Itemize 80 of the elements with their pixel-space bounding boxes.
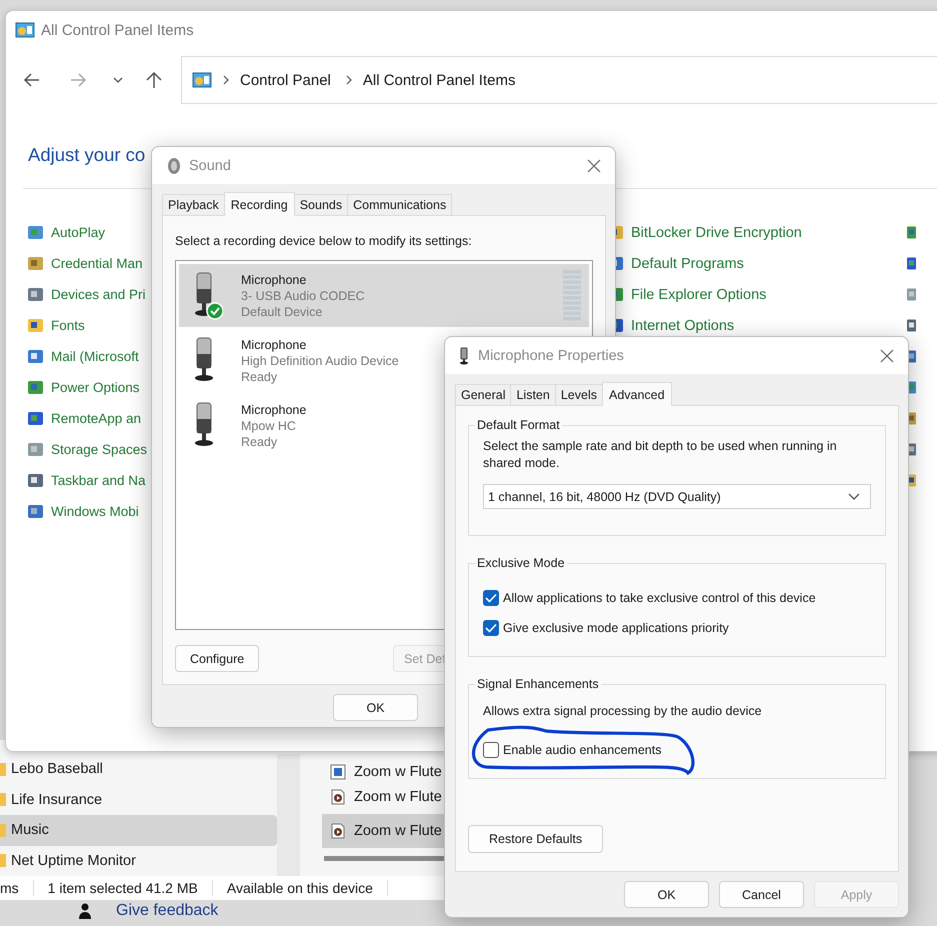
checkbox[interactable] xyxy=(483,742,499,758)
close-icon[interactable] xyxy=(587,158,601,172)
restore-defaults-button[interactable]: Restore Defaults xyxy=(468,825,604,853)
dialog-button[interactable]: Cancel xyxy=(719,881,804,908)
folder-item[interactable]: Net Uptime Monitor xyxy=(0,846,277,876)
tab[interactable]: General xyxy=(455,384,512,405)
image-file-icon xyxy=(330,764,346,780)
media-file-icon xyxy=(330,789,346,805)
dialog-title: Sound xyxy=(189,158,232,174)
device-name: Microphone xyxy=(241,402,306,416)
folder-item[interactable]: Life Insurance xyxy=(0,784,277,815)
person-icon xyxy=(78,903,92,919)
dialog-button[interactable]: OK xyxy=(333,694,418,721)
dialog-button[interactable]: OK xyxy=(624,881,709,908)
checkbox-label: Allow applications to take exclusive control of this device xyxy=(503,591,816,605)
checkbox[interactable] xyxy=(483,620,499,636)
status-text: Available on this device xyxy=(212,880,388,896)
scrollbar[interactable] xyxy=(277,754,300,876)
page-heading: Adjust your co xyxy=(28,144,146,166)
feedback-link[interactable]: Give feedback xyxy=(116,902,218,920)
applet-link[interactable]: BitLocker Drive Encryption xyxy=(631,224,802,240)
applet-link[interactable]: RemoteApp an xyxy=(51,411,142,426)
window-title: All Control Panel Items xyxy=(41,22,194,38)
breadcrumb-item[interactable]: All Control Panel Items xyxy=(362,72,516,88)
applet-link[interactable]: Credential Man xyxy=(51,256,143,271)
control-panel-icon xyxy=(192,72,212,88)
back-arrow-icon[interactable] xyxy=(23,72,41,88)
group-description: Select the sample rate and bit depth to be used when running in shared mode. xyxy=(483,438,838,472)
tab[interactable]: Communications xyxy=(347,194,452,215)
device-status: Ready xyxy=(241,370,278,384)
applet-link[interactable]: Mail (Microsoft xyxy=(51,349,139,364)
device-name: Microphone xyxy=(241,272,306,286)
close-icon[interactable] xyxy=(880,348,894,362)
chevron-icon xyxy=(222,75,230,85)
applet-link[interactable]: Internet Options xyxy=(631,318,734,334)
device-description: 3- USB Audio CODEC xyxy=(241,288,365,302)
tab[interactable]: Advanced xyxy=(602,382,672,406)
media-file-icon xyxy=(330,823,346,839)
group-title: Signal Enhancements xyxy=(476,677,600,691)
applet-link[interactable]: Taskbar and Na xyxy=(51,473,146,488)
device-name: Microphone xyxy=(241,338,306,352)
group-title: Exclusive Mode xyxy=(476,556,566,570)
device-description: Mpow HC xyxy=(241,418,296,432)
applet-link[interactable]: Fonts xyxy=(51,318,85,333)
tab[interactable]: Playback xyxy=(162,194,225,215)
dialog-title: Microphone Properties xyxy=(478,348,625,364)
control-panel-icon xyxy=(15,22,35,38)
group-title: Default Format xyxy=(476,418,561,432)
device-status: Ready xyxy=(241,434,278,448)
checkbox-label: Enable audio enhancements xyxy=(503,743,662,757)
instruction-text: Select a recording device below to modify its settings: xyxy=(175,234,473,248)
applet-link[interactable]: Storage Spaces xyxy=(51,442,148,457)
applet-link[interactable]: Devices and Pri xyxy=(51,287,146,302)
device-description: High Definition Audio Device xyxy=(241,354,399,368)
chevron-icon xyxy=(344,75,353,85)
checkbox[interactable] xyxy=(483,590,499,606)
file-item[interactable]: Zoom w Flute xyxy=(322,814,445,848)
caret-icon[interactable] xyxy=(113,76,123,84)
dialog-button[interactable]: Configure xyxy=(175,645,260,672)
format-dropdown[interactable]: 1 channel, 16 bit, 48000 Hz (DVD Quality) xyxy=(483,484,871,509)
tab[interactable]: Recording xyxy=(224,192,295,216)
group-description: Allows extra signal processing by the audio device xyxy=(483,703,763,720)
breadcrumb-item[interactable]: Control Panel xyxy=(240,72,331,88)
caret-icon xyxy=(848,492,860,500)
microphone-icon xyxy=(458,346,470,364)
speaker-icon xyxy=(165,156,181,174)
checkbox-label: Give exclusive mode applications priority xyxy=(503,621,729,635)
applet-link[interactable]: AutoPlay xyxy=(51,225,106,240)
up-arrow-icon[interactable] xyxy=(145,71,163,89)
applet-link[interactable]: Windows Mobi xyxy=(51,504,139,519)
status-text: 1 item selected 41.2 MB xyxy=(34,880,213,896)
device-row[interactable]: Microphone 3- USB Audio CODEC Default Device xyxy=(179,264,589,327)
applet-link[interactable]: Power Options xyxy=(51,380,140,395)
applet-link[interactable]: Default Programs xyxy=(631,256,744,272)
applet-link[interactable]: File Explorer Options xyxy=(631,286,766,302)
status-text: ms xyxy=(0,880,34,896)
folder-item[interactable]: Music xyxy=(0,815,277,846)
address-bar[interactable]: Control Panel All Control Panel Items xyxy=(181,56,937,104)
folder-item[interactable]: Lebo Baseball xyxy=(0,754,277,784)
device-status: Default Device xyxy=(241,304,322,318)
